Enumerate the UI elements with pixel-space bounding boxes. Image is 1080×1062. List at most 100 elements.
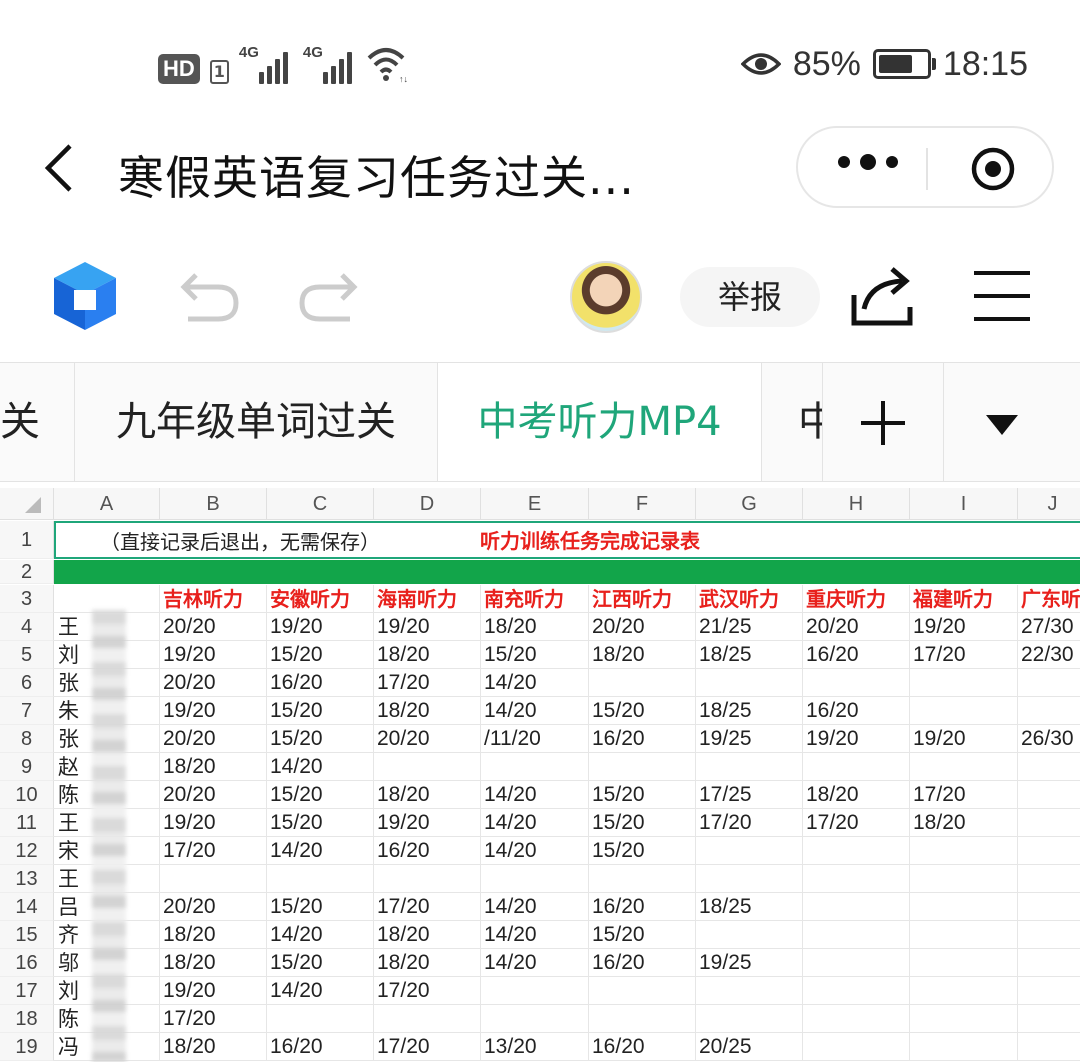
score-cell[interactable]: 18/20 (803, 781, 910, 809)
score-cell[interactable] (267, 1005, 374, 1033)
score-cell[interactable]: 18/20 (160, 921, 267, 949)
spreadsheet-grid[interactable]: （直接记录后退出，无需保存） 听力训练任务完成记录表 ABCDEFGHIJ123… (0, 488, 1080, 1062)
score-cell[interactable] (910, 753, 1018, 781)
score-cell[interactable]: 14/20 (481, 781, 589, 809)
score-cell[interactable] (589, 865, 696, 893)
listening-header-cell[interactable]: 福建听力 (910, 585, 1018, 613)
menu-icon[interactable] (972, 269, 1032, 323)
score-cell[interactable] (696, 753, 803, 781)
tab-previous[interactable]: 关 (0, 363, 75, 481)
score-cell[interactable] (803, 977, 910, 1005)
score-cell[interactable] (589, 669, 696, 697)
score-cell[interactable]: 15/20 (267, 725, 374, 753)
score-cell[interactable] (696, 865, 803, 893)
row-header[interactable]: 4 (0, 613, 54, 641)
score-cell[interactable]: 14/20 (267, 837, 374, 865)
score-cell[interactable] (803, 865, 910, 893)
score-cell[interactable] (481, 977, 589, 1005)
score-cell[interactable] (1018, 753, 1080, 781)
score-cell[interactable]: 20/20 (374, 725, 481, 753)
column-header-f[interactable]: F (589, 488, 696, 520)
score-cell[interactable]: 15/20 (267, 949, 374, 977)
report-button[interactable]: 举报 (680, 267, 820, 327)
score-cell[interactable]: 16/20 (374, 837, 481, 865)
score-cell[interactable]: 18/20 (589, 641, 696, 669)
score-cell[interactable]: 18/20 (160, 949, 267, 977)
listening-header-cell[interactable]: 海南听力 (374, 585, 481, 613)
score-cell[interactable]: 15/20 (267, 641, 374, 669)
score-cell[interactable]: 15/20 (589, 697, 696, 725)
score-cell[interactable] (803, 921, 910, 949)
score-cell[interactable] (910, 1005, 1018, 1033)
score-cell[interactable]: 18/25 (696, 893, 803, 921)
score-cell[interactable]: 18/20 (374, 949, 481, 977)
add-sheet-button[interactable] (822, 363, 943, 481)
row-header[interactable]: 14 (0, 893, 54, 921)
docs-logo-icon[interactable] (52, 260, 118, 332)
green-bar-row[interactable] (54, 560, 1080, 584)
score-cell[interactable]: 19/20 (910, 725, 1018, 753)
score-cell[interactable] (481, 753, 589, 781)
score-cell[interactable] (803, 893, 910, 921)
score-cell[interactable] (910, 669, 1018, 697)
score-cell[interactable] (910, 893, 1018, 921)
score-cell[interactable] (589, 753, 696, 781)
score-cell[interactable]: 19/20 (374, 613, 481, 641)
score-cell[interactable]: 20/20 (589, 613, 696, 641)
score-cell[interactable]: 20/20 (160, 893, 267, 921)
score-cell[interactable]: 18/20 (481, 613, 589, 641)
score-cell[interactable]: 14/20 (267, 977, 374, 1005)
score-cell[interactable]: 17/20 (696, 809, 803, 837)
score-cell[interactable]: 18/25 (696, 641, 803, 669)
score-cell[interactable]: 15/20 (267, 809, 374, 837)
back-arrow-icon[interactable] (40, 142, 80, 194)
score-cell[interactable] (803, 837, 910, 865)
score-cell[interactable] (910, 921, 1018, 949)
row-header[interactable]: 15 (0, 921, 54, 949)
score-cell[interactable]: 14/20 (481, 809, 589, 837)
score-cell[interactable] (267, 865, 374, 893)
score-cell[interactable] (803, 1033, 910, 1061)
score-cell[interactable] (1018, 781, 1080, 809)
score-cell[interactable] (696, 837, 803, 865)
score-cell[interactable]: 18/20 (910, 809, 1018, 837)
score-cell[interactable]: 16/20 (589, 893, 696, 921)
score-cell[interactable]: 17/20 (374, 1033, 481, 1061)
score-cell[interactable] (803, 949, 910, 977)
score-cell[interactable] (910, 837, 1018, 865)
score-cell[interactable]: 14/20 (481, 921, 589, 949)
score-cell[interactable]: 18/20 (374, 697, 481, 725)
score-cell[interactable] (803, 669, 910, 697)
score-cell[interactable]: 17/20 (910, 781, 1018, 809)
score-cell[interactable]: 19/25 (696, 949, 803, 977)
score-cell[interactable] (374, 1005, 481, 1033)
row-header-3[interactable]: 3 (0, 585, 54, 613)
column-header-g[interactable]: G (696, 488, 803, 520)
score-cell[interactable]: 15/20 (589, 781, 696, 809)
score-cell[interactable] (160, 865, 267, 893)
share-icon[interactable] (850, 265, 914, 327)
score-cell[interactable]: 15/20 (589, 837, 696, 865)
score-cell[interactable] (1018, 921, 1080, 949)
more-options-icon[interactable] (838, 154, 898, 170)
row-header-1[interactable]: 1 (0, 521, 54, 559)
score-cell[interactable] (1018, 1033, 1080, 1061)
score-cell[interactable] (1018, 669, 1080, 697)
tab-listening-mp4[interactable]: 中考听力MP4 (438, 363, 762, 481)
score-cell[interactable]: 16/20 (589, 949, 696, 977)
score-cell[interactable]: 20/20 (803, 613, 910, 641)
score-cell[interactable] (481, 1005, 589, 1033)
score-cell[interactable]: 18/20 (374, 921, 481, 949)
listening-header-cell[interactable]: 吉林听力 (160, 585, 267, 613)
row-header[interactable]: 12 (0, 837, 54, 865)
score-cell[interactable]: 14/20 (267, 753, 374, 781)
score-cell[interactable]: 19/20 (803, 725, 910, 753)
score-cell[interactable] (1018, 809, 1080, 837)
row-header[interactable]: 13 (0, 865, 54, 893)
score-cell[interactable]: 14/20 (481, 949, 589, 977)
score-cell[interactable] (1018, 837, 1080, 865)
score-cell[interactable] (910, 865, 1018, 893)
score-cell[interactable]: 18/20 (374, 641, 481, 669)
score-cell[interactable] (1018, 697, 1080, 725)
score-cell[interactable]: 17/20 (374, 893, 481, 921)
